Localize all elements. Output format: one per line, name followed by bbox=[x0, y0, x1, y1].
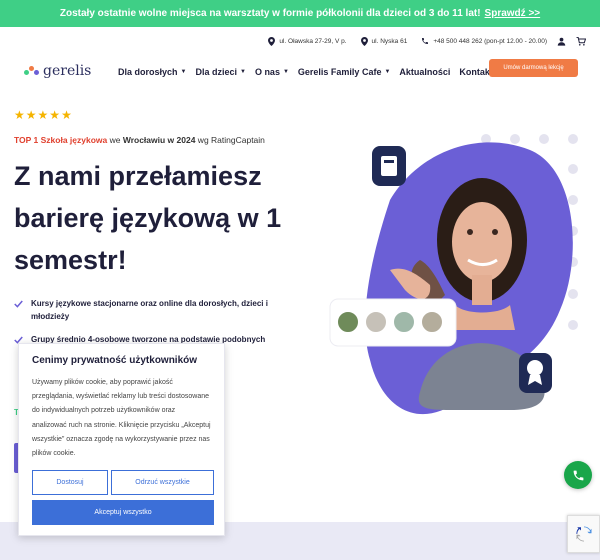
user-icon bbox=[557, 37, 566, 46]
nav-family-cafe[interactable]: Gerelis Family Cafe ▼ bbox=[298, 67, 391, 77]
site-logo[interactable]: gerelis bbox=[24, 63, 91, 79]
rating-line: TOP 1 Szkoła językowa we Wrocławiu w 202… bbox=[14, 135, 265, 145]
star-icon: ★ bbox=[25, 108, 37, 122]
promo-text: Zostały ostatnie wolne miejsca na warszt… bbox=[59, 8, 481, 19]
star-icon: ★ bbox=[61, 108, 72, 122]
location-pin-icon bbox=[268, 36, 276, 46]
chevron-down-icon: ▼ bbox=[239, 69, 246, 75]
location-pin-icon bbox=[360, 36, 368, 46]
check-icon bbox=[14, 300, 23, 308]
phone-text: +48 500 448 262 (pon-pt 12.00 - 20.00) bbox=[433, 37, 547, 45]
account-button[interactable] bbox=[557, 37, 566, 46]
rating-tail: wg RatingCaptain bbox=[195, 135, 265, 145]
star-icon: ★ bbox=[49, 108, 61, 122]
nav-label: Dla dorosłych bbox=[118, 67, 178, 77]
nav-o-nas[interactable]: O nas ▼ bbox=[255, 67, 289, 77]
nav-label: Aktualności bbox=[399, 67, 451, 77]
rating-bold: Wrocławiu w 2024 bbox=[122, 135, 196, 145]
cart-icon bbox=[576, 36, 586, 46]
phone-contact[interactable]: +48 500 448 262 (pon-pt 12.00 - 20.00) bbox=[421, 37, 547, 45]
logo-mark-icon bbox=[24, 65, 40, 77]
nav-kontakt[interactable]: Kontakt bbox=[459, 67, 493, 77]
nav-label: Kontakt bbox=[459, 67, 493, 77]
phone-icon bbox=[422, 38, 429, 44]
promo-link[interactable]: Sprawdź >> bbox=[485, 8, 541, 19]
nav-label: Gerelis Family Cafe bbox=[297, 67, 382, 77]
contact-bar: ul. Oławska 27-29, V p. ul. Nyska 61 +48… bbox=[254, 34, 586, 48]
nav-aktualnosci[interactable]: Aktualności bbox=[399, 67, 450, 77]
cart-button[interactable] bbox=[576, 36, 586, 46]
star-icon: ★ bbox=[37, 108, 49, 122]
cookie-consent-dialog: Cenimy prywatność użytkowników Używamy p… bbox=[18, 343, 225, 536]
cookie-body: Używamy plików cookie, aby poprawić jako… bbox=[32, 379, 211, 458]
main-nav: Dla dorosłych ▼ Dla dzieci ▼ O nas ▼ Gereli… bbox=[118, 67, 502, 77]
address1-text: ul. Oławska 27-29, V p. bbox=[279, 37, 347, 45]
nav-dla-doroslych[interactable]: Dla dorosłych ▼ bbox=[118, 67, 186, 77]
feature-text: Kursy językowe stacjonarne oraz online d… bbox=[31, 299, 268, 321]
chevron-down-icon: ▼ bbox=[180, 69, 187, 75]
logo-text: gerelis bbox=[43, 63, 92, 79]
star-icon: ★ bbox=[14, 108, 25, 122]
recaptcha-badge[interactable] bbox=[567, 515, 600, 553]
promo-banner: Zostały ostatnie wolne miejsca na warszt… bbox=[0, 0, 600, 27]
list-item: Kursy językowe stacjonarne oraz online d… bbox=[14, 297, 284, 323]
chevron-down-icon: ▼ bbox=[282, 69, 289, 75]
rating-stars: ★ ★ ★ ★ ★ bbox=[14, 108, 73, 122]
nav-label: O nas bbox=[254, 67, 280, 77]
address2-text: ul. Nyska 61 bbox=[371, 37, 408, 45]
customize-button[interactable]: Dostosuj bbox=[32, 470, 108, 495]
address-nyska[interactable]: ul. Nyska 61 bbox=[360, 36, 408, 46]
hero-illustration bbox=[329, 134, 578, 415]
cookie-title: Cenimy prywatność użytkowników bbox=[32, 355, 198, 366]
call-button[interactable] bbox=[564, 461, 592, 489]
address-oławska[interactable]: ul. Oławska 27-29, V p. bbox=[268, 36, 347, 46]
hero-headline: Z nami przełamiesz barierę językową w 1 … bbox=[14, 161, 282, 275]
cookie-secondary-actions: Dostosuj Odrzuć wszystkie bbox=[32, 470, 214, 495]
chevron-down-icon: ▼ bbox=[384, 69, 391, 75]
recaptcha-icon bbox=[575, 526, 591, 542]
free-lesson-button[interactable]: Umów darmową lekcję bbox=[489, 59, 578, 77]
accept-all-button[interactable]: Akceptuj wszystko bbox=[32, 500, 214, 525]
reject-all-button[interactable]: Odrzuć wszystkie bbox=[111, 470, 214, 495]
nav-dla-dzieci[interactable]: Dla dzieci ▼ bbox=[195, 67, 245, 77]
rating-highlight: TOP 1 Szkoła językowa bbox=[14, 135, 108, 145]
rating-mid: we bbox=[107, 135, 123, 145]
nav-label: Dla dzieci bbox=[195, 67, 237, 77]
phone-icon bbox=[573, 470, 583, 480]
